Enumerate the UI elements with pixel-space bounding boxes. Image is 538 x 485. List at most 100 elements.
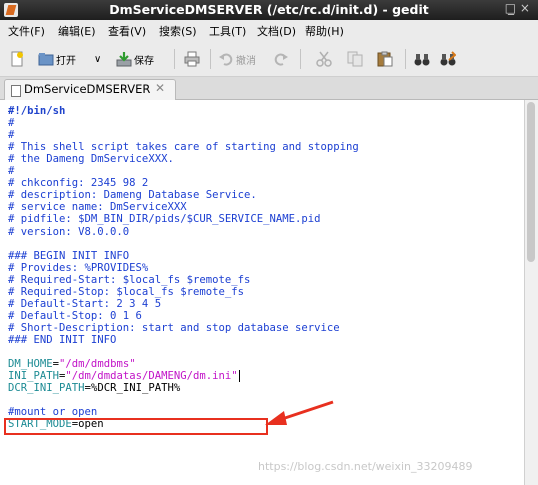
copy-icon xyxy=(347,51,363,67)
code-line[interactable]: DM_HOME="/dm/dmdbms" xyxy=(8,358,136,370)
save-icon xyxy=(116,51,132,67)
title-bar: DmServiceDMSERVER (/etc/rc.d/init.d) - g… xyxy=(0,0,538,20)
comment-text: # xyxy=(8,165,15,178)
code-line[interactable]: # Default-Stop: 0 1 6 xyxy=(8,310,142,322)
comment-text: # xyxy=(8,129,15,142)
folder-open-icon xyxy=(38,51,54,67)
vertical-scrollbar[interactable] xyxy=(524,100,538,485)
menu-search[interactable]: 搜索(S) xyxy=(159,23,197,39)
paste-button[interactable] xyxy=(377,50,393,68)
code-line[interactable]: #!/bin/sh xyxy=(8,105,65,117)
code-line[interactable]: # xyxy=(8,165,14,177)
document-icon xyxy=(11,85,21,97)
comment-text: # description: Dameng Database Service. xyxy=(8,189,257,202)
menu-edit[interactable]: 编辑(E) xyxy=(58,23,96,39)
code-line[interactable]: # pidfile: $DM_BIN_DIR/pids/$CUR_SERVICE… xyxy=(8,213,321,225)
code-line[interactable]: ### BEGIN INIT INFO xyxy=(8,250,129,262)
shebang-text: #!/bin/sh xyxy=(8,105,66,117)
code-line[interactable]: DCR_INI_PATH=%DCR_INI_PATH% xyxy=(8,382,180,394)
save-button[interactable]: 保存 xyxy=(116,50,154,68)
toolbar-separator xyxy=(174,49,175,69)
undo-icon xyxy=(218,51,234,67)
variable-value: "/dm/dmdbms" xyxy=(59,358,136,371)
code-line[interactable]: ### END INIT INFO xyxy=(8,334,116,346)
comment-text: # pidfile: $DM_BIN_DIR/pids/$CUR_SERVICE… xyxy=(8,213,321,226)
code-line[interactable]: # description: Dameng Database Service. xyxy=(8,189,257,201)
chevron-down-icon: ∨ xyxy=(94,53,102,65)
code-line[interactable]: # service name: DmServiceXXX xyxy=(8,201,187,213)
comment-text: # Default-Stop: 0 1 6 xyxy=(8,309,142,322)
comment-text: # version: V8.0.0.0 xyxy=(8,225,130,238)
comment-text: # service name: DmServiceXXX xyxy=(8,201,187,214)
comment-text: # Short-Description: start and stop data… xyxy=(8,321,340,334)
code-line[interactable]: # Required-Stop: $local_fs $remote_fs xyxy=(8,286,244,298)
print-button[interactable] xyxy=(184,50,200,68)
comment-text: #mount or open xyxy=(8,406,98,419)
scissors-icon xyxy=(316,51,332,67)
comment-text: # Required-Stop: $local_fs $remote_fs xyxy=(8,285,244,298)
code-line[interactable]: # Required-Start: $local_fs $remote_fs xyxy=(8,274,250,286)
menu-documents[interactable]: 文档(D) xyxy=(257,23,296,39)
menu-bar: 文件(F) 编辑(E) 查看(V) 搜索(S) 工具(T) 文档(D) 帮助(H… xyxy=(0,20,538,40)
code-line[interactable]: # This shell script takes care of starti… xyxy=(8,141,359,153)
new-button[interactable] xyxy=(9,50,25,68)
open-button[interactable]: 打开 xyxy=(38,50,76,68)
toolbar-separator xyxy=(300,49,301,69)
variable-value: "/dm/dmdatas/DAMENG/dm.ini" xyxy=(65,370,238,383)
watermark-text: https://blog.csdn.net/weixin_33209489 xyxy=(258,460,473,473)
cut-button[interactable] xyxy=(316,50,332,68)
code-line[interactable]: # Provides: %PROVIDES% xyxy=(8,262,148,274)
comment-text: # This shell script takes care of starti… xyxy=(8,141,359,154)
open-label: 打开 xyxy=(56,55,76,67)
replace-button[interactable] xyxy=(440,50,457,68)
variable-name: DM_HOME xyxy=(8,358,53,371)
annotation-highlight-box xyxy=(4,418,268,435)
maximize-close-buttons[interactable]: □ × xyxy=(505,1,530,15)
comment-text: # Default-Start: 2 3 4 5 xyxy=(8,297,162,310)
save-label: 保存 xyxy=(134,55,154,67)
variable-value: %DCR_INI_PATH% xyxy=(90,382,181,395)
comment-text: # the Dameng DmServiceXXX. xyxy=(8,153,174,166)
code-line[interactable]: # xyxy=(8,129,14,141)
code-line[interactable]: # Short-Description: start and stop data… xyxy=(8,322,340,334)
code-line[interactable]: # the Dameng DmServiceXXX. xyxy=(8,153,174,165)
tab-label: DmServiceDMSERVER xyxy=(24,82,151,96)
comment-text: # Provides: %PROVIDES% xyxy=(8,261,149,274)
undo-label: 撤消 xyxy=(236,55,256,67)
comment-text: # Required-Start: $local_fs $remote_fs xyxy=(8,273,251,286)
redo-button[interactable] xyxy=(273,50,289,68)
menu-file[interactable]: 文件(F) xyxy=(8,23,45,39)
comment-text: # xyxy=(8,117,15,130)
new-document-icon xyxy=(9,51,25,67)
code-line[interactable]: #mount or open xyxy=(8,406,97,418)
comment-text: ### BEGIN INIT INFO xyxy=(8,249,130,262)
undo-button[interactable]: 撤消 xyxy=(218,50,256,68)
toolbar-separator xyxy=(405,49,406,69)
scrollbar-thumb[interactable] xyxy=(527,102,535,262)
menu-view[interactable]: 查看(V) xyxy=(108,23,146,39)
code-line[interactable]: # chkconfig: 2345 98 2 xyxy=(8,177,148,189)
window-title: DmServiceDMSERVER (/etc/rc.d/init.d) - g… xyxy=(109,2,429,17)
find-button[interactable] xyxy=(414,50,430,68)
variable-name: DCR_INI_PATH xyxy=(8,382,85,395)
menu-tools[interactable]: 工具(T) xyxy=(209,23,246,39)
menu-help[interactable]: 帮助(H) xyxy=(305,23,344,39)
copy-button[interactable] xyxy=(347,50,363,68)
toolbar-separator xyxy=(210,49,211,69)
variable-name: INI_PATH xyxy=(8,370,60,383)
comment-text: ### END INIT INFO xyxy=(8,333,117,346)
print-icon xyxy=(184,51,200,67)
code-line[interactable]: # Default-Start: 2 3 4 5 xyxy=(8,298,161,310)
text-cursor xyxy=(238,370,240,383)
close-tab-icon[interactable]: ✕ xyxy=(155,81,165,95)
code-line[interactable]: # xyxy=(8,117,14,129)
binoculars-icon xyxy=(414,51,430,67)
code-line[interactable]: # version: V8.0.0.0 xyxy=(8,226,129,238)
comment-text: # chkconfig: 2345 98 2 xyxy=(8,177,149,190)
tab-dmservicedmserver[interactable]: DmServiceDMSERVER ✕ xyxy=(4,79,176,100)
paste-icon xyxy=(377,51,393,67)
document-tab-bar: DmServiceDMSERVER ✕ xyxy=(0,77,538,100)
open-recent-dropdown[interactable]: ∨ xyxy=(92,50,101,68)
code-line[interactable]: INI_PATH="/dm/dmdatas/DAMENG/dm.ini" xyxy=(8,370,240,383)
redo-icon xyxy=(273,51,289,67)
